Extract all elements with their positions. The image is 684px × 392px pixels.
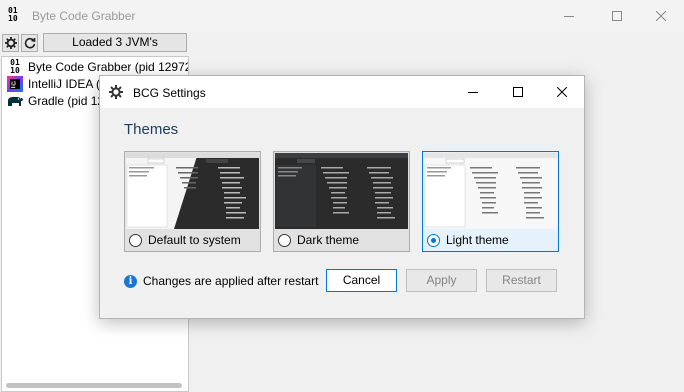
close-button[interactable]: [638, 0, 684, 32]
minimize-icon: [468, 92, 478, 93]
gear-icon: [4, 37, 17, 49]
list-item[interactable]: 01 10 Byte Code Grabber (pid 12972): [6, 58, 189, 76]
bcg-logo-icon: 01 10: [10, 58, 20, 75]
restart-notice: i Changes are applied after restart: [124, 274, 318, 288]
settings-dialog: BCG Settings Themes Default to system Da…: [99, 75, 585, 319]
theme-label: Default to system: [148, 233, 241, 247]
refresh-button[interactable]: [21, 34, 38, 52]
intellij-icon: IJ: [6, 76, 24, 92]
cancel-button[interactable]: Cancel: [326, 269, 397, 292]
maximize-icon: [612, 11, 622, 21]
dialog-titlebar: BCG Settings: [100, 76, 584, 108]
minimize-icon: [564, 16, 574, 17]
dialog-title: BCG Settings: [133, 86, 206, 100]
restart-notice-text: Changes are applied after restart: [143, 274, 319, 288]
theme-radio-row: Dark theme: [278, 231, 359, 249]
list-item[interactable]: Gradle (pid 12: [6, 92, 104, 110]
theme-radio-row: Default to system: [129, 231, 241, 249]
theme-option-light[interactable]: Light theme: [422, 151, 559, 252]
settings-button[interactable]: [2, 34, 19, 52]
svg-text:IJ: IJ: [11, 82, 16, 88]
dialog-maximize-button[interactable]: [495, 76, 541, 108]
theme-label: Dark theme: [297, 233, 360, 247]
info-icon: i: [124, 274, 137, 288]
dialog-close-button[interactable]: [539, 76, 585, 108]
close-icon: [656, 11, 666, 21]
jvm-item-label: IntelliJ IDEA (p: [28, 77, 107, 91]
theme-preview-system: [126, 153, 259, 229]
minimize-button[interactable]: [546, 0, 592, 32]
jvm-item-label: Gradle (pid 12: [28, 94, 105, 108]
loaded-jvms-button[interactable]: Loaded 3 JVM's: [43, 33, 187, 52]
theme-radio-light[interactable]: [427, 233, 440, 247]
theme-preview-light: [424, 153, 557, 229]
refresh-icon: [24, 37, 35, 49]
list-item[interactable]: IJ IntelliJ IDEA (p: [6, 75, 107, 93]
main-window-title: Byte Code Grabber: [32, 9, 136, 23]
maximize-icon: [513, 87, 523, 97]
theme-option-system[interactable]: Default to system: [124, 151, 261, 252]
theme-radio-dark[interactable]: [278, 233, 291, 247]
theme-radio-row: Light theme: [427, 231, 509, 249]
main-titlebar: 01 10 Byte Code Grabber: [0, 0, 684, 32]
theme-label: Light theme: [446, 233, 509, 247]
gradle-elephant-icon: [6, 93, 24, 109]
apply-button[interactable]: Apply: [406, 269, 477, 292]
horizontal-scrollbar[interactable]: [6, 383, 182, 388]
maximize-button[interactable]: [594, 0, 640, 32]
themes-heading: Themes: [124, 121, 179, 138]
theme-preview-dark: [275, 153, 408, 229]
jvm-item-label: Byte Code Grabber (pid 12972): [28, 60, 189, 74]
dialog-minimize-button[interactable]: [450, 76, 496, 108]
theme-radio-system[interactable]: [129, 233, 142, 247]
app-logo-icon: 01 10: [8, 6, 18, 23]
restart-button[interactable]: Restart: [486, 269, 557, 292]
theme-option-dark[interactable]: Dark theme: [273, 151, 410, 252]
close-icon: [557, 87, 567, 97]
gear-icon: [109, 85, 123, 99]
